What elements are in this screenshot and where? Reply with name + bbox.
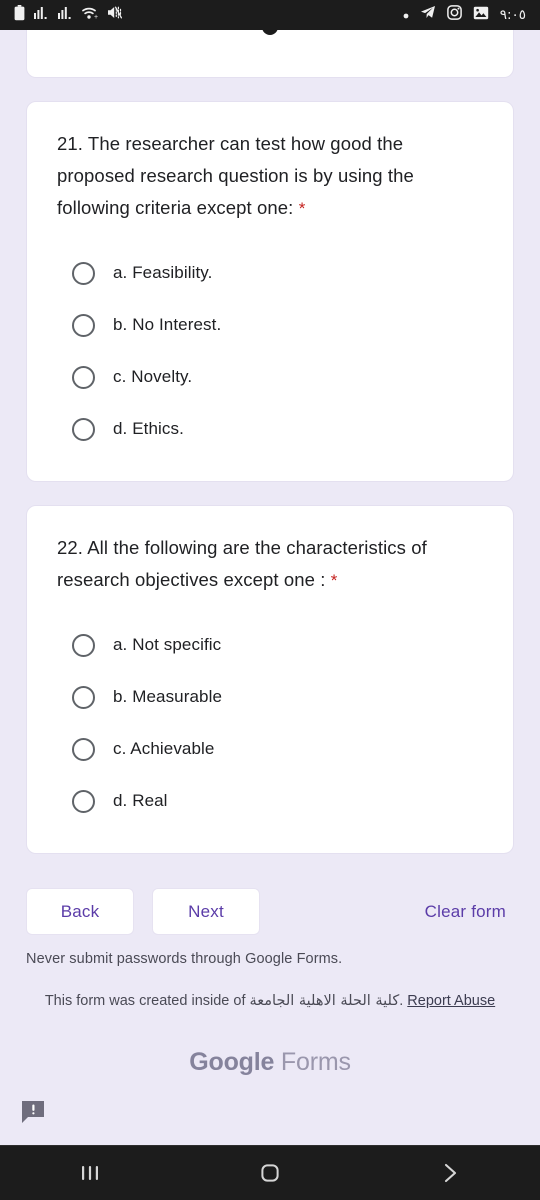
question-text-22: 22. All the following are the characteri… [57,537,427,590]
status-bar: + ٩:٠٥ [0,0,540,35]
instagram-icon [446,5,462,25]
google-forms-logo: Google Forms [26,1048,514,1077]
report-feedback-icon[interactable] [20,1099,48,1125]
google-forms-logo-forms: Forms [280,1048,351,1076]
photos-icon [473,6,489,25]
option-row-22-a[interactable]: a. Not specific [57,619,485,671]
next-button[interactable]: Next [152,888,260,935]
question-title-21: 21. The researcher can test how good the… [57,128,485,225]
option-row-21-a[interactable]: a. Feasibility. [57,247,485,299]
option-row-21-c[interactable]: c. Novelty. [57,351,485,403]
option-row-22-c[interactable]: c. Achievable [57,723,485,775]
android-navigation-bar [0,1145,540,1200]
option-label: b. No Interest. [113,315,222,334]
options-list-22: a. Not specific b. Measurable c. Achieva… [57,619,485,827]
battery-icon [14,4,25,26]
back-chevron-icon[interactable] [415,1152,485,1194]
option-row-22-b[interactable]: b. Measurable [57,671,485,723]
created-separator: . [399,993,404,1009]
option-row-21-d[interactable]: d. Ethics. [57,403,485,455]
form-action-row: Back Next Clear form [26,877,514,939]
radio-button-icon[interactable] [72,789,95,813]
option-label: a. Feasibility. [113,263,213,282]
radio-button-icon[interactable] [72,685,95,709]
status-bar-right-icons: ٩:٠٥ [403,5,526,25]
created-inside-prefix: This form was created inside of [44,993,246,1009]
required-asterisk-22: * [330,571,338,590]
status-bar-clock: ٩:٠٥ [499,7,526,23]
wifi-icon: + [82,6,98,25]
svg-text:+: + [94,14,98,20]
option-label: a. Not specific [113,635,222,654]
clear-form-button[interactable]: Clear form [425,902,514,922]
radio-button-icon[interactable] [72,261,95,285]
dot-icon [403,6,409,24]
organization-name: كلية الحلة الاهلية الجامعة [249,993,400,1009]
radio-button-icon[interactable] [72,313,95,337]
form-scroll-area[interactable]: 21. The researcher can test how good the… [0,30,540,1145]
option-label: c. Achievable [113,739,215,758]
recents-icon[interactable] [55,1152,125,1194]
option-row-22-d[interactable]: d. Real [57,775,485,827]
radio-button-icon[interactable] [72,737,95,761]
signal-bars-icon-1 [34,5,49,25]
required-asterisk-21: * [298,199,306,218]
options-list-21: a. Feasibility. b. No Interest. c. Novel… [57,247,485,455]
status-bar-left-icons: + [14,4,123,26]
option-row-21-b[interactable]: b. No Interest. [57,299,485,351]
option-label: c. Novelty. [113,367,193,386]
option-label: d. Real [113,791,168,810]
question-card-21: 21. The researcher can test how good the… [26,101,514,482]
telegram-icon [420,5,436,25]
radio-button-icon[interactable] [72,417,95,441]
form-footer: Never submit passwords through Google Fo… [0,939,540,1077]
option-label: d. Ethics. [113,419,184,438]
question-title-22: 22. All the following are the characteri… [57,532,485,597]
google-forms-logo-google: Google [189,1048,275,1076]
radio-button-icon[interactable] [72,365,95,389]
never-submit-notice: Never submit passwords through Google Fo… [26,951,343,967]
report-abuse-link[interactable]: Report Abuse [407,993,495,1009]
created-inside-notice: This form was created inside of كلية الح… [26,989,514,1013]
option-label: b. Measurable [113,687,223,706]
signal-bars-icon-2 [58,5,73,25]
radio-button-icon[interactable] [72,633,95,657]
previous-question-card-partial [26,30,514,78]
back-button[interactable]: Back [26,888,134,935]
home-icon[interactable] [235,1152,305,1194]
mute-icon [107,5,123,25]
question-text-21: 21. The researcher can test how good the… [57,133,414,218]
question-card-22: 22. All the following are the characteri… [26,505,514,854]
